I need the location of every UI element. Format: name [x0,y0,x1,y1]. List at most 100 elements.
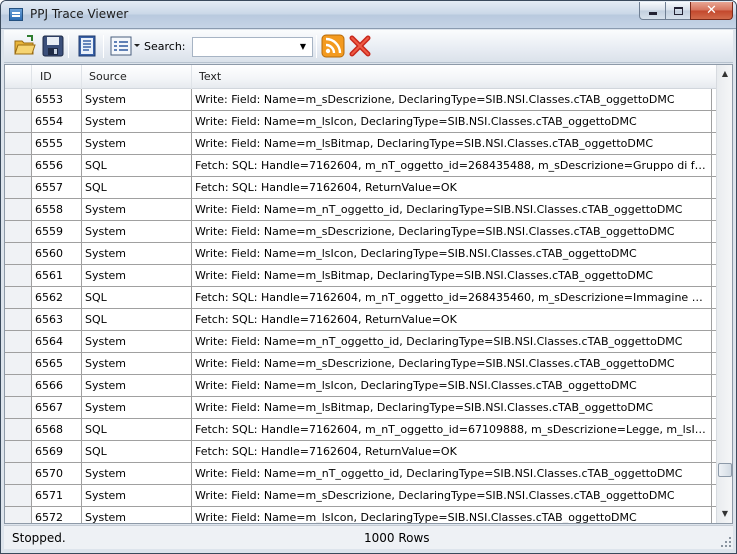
row-header[interactable] [5,155,32,176]
cell-text[interactable]: Write: Field: Name=m_lsIcon, DeclaringTy… [192,243,712,264]
table-row[interactable]: 6571 System Write: Field: Name=m_sDescrizi… [5,485,716,507]
table-row[interactable]: 6562 SQL Fetch: SQL: Handle=7162604, m_nT_… [5,287,716,309]
cell-source[interactable]: System [82,89,192,110]
cell-source[interactable]: System [82,221,192,242]
cell-id[interactable]: 6560 [32,243,82,264]
cell-id[interactable]: 6558 [32,199,82,220]
scroll-down-icon[interactable]: ▼ [717,506,732,522]
table-row[interactable]: 6561 System Write: Field: Name=m_lsBitmap,… [5,265,716,287]
row-header[interactable] [5,89,32,110]
row-header[interactable] [5,375,32,396]
cell-source[interactable]: System [82,507,192,523]
save-button[interactable] [41,34,65,58]
cell-text[interactable]: Fetch: SQL: Handle=7162604, ReturnValue=… [192,177,712,198]
table-row[interactable]: 6572 System Write: Field: Name=m_lsIcon, D… [5,507,716,523]
cell-text[interactable]: Fetch: SQL: Handle=7162604, m_nT_oggetto… [192,155,712,176]
cell-id[interactable]: 6557 [32,177,82,198]
cell-id[interactable]: 6555 [32,133,82,154]
minimize-button[interactable] [639,2,666,20]
cell-text[interactable]: Write: Field: Name=m_sDescrizione, Decla… [192,221,712,242]
row-header[interactable] [5,265,32,286]
table-row[interactable]: 6564 System Write: Field: Name=m_nT_oggett… [5,331,716,353]
table-row[interactable]: 6557 SQL Fetch: SQL: Handle=7162604, Retur… [5,177,716,199]
column-header-source[interactable]: Source [82,65,192,89]
cell-source[interactable]: SQL [82,419,192,440]
cell-id[interactable]: 6562 [32,287,82,308]
vertical-scrollbar[interactable]: ▲ ▼ [716,65,732,523]
cell-id[interactable]: 6565 [32,353,82,374]
cell-source[interactable]: System [82,353,192,374]
column-header-text[interactable]: Text [192,65,716,89]
cell-source[interactable]: SQL [82,177,192,198]
row-header[interactable] [5,331,32,352]
cell-text[interactable]: Write: Field: Name=m_lsBitmap, Declaring… [192,397,712,418]
row-header[interactable] [5,199,32,220]
table-row[interactable]: 6569 SQL Fetch: SQL: Handle=7162604, Retur… [5,441,716,463]
row-header[interactable] [5,353,32,374]
cell-text[interactable]: Write: Field: Name=m_nT_oggetto_id, Decl… [192,463,712,484]
cell-text[interactable]: Write: Field: Name=m_sDescrizione, Decla… [192,353,712,374]
row-header[interactable] [5,397,32,418]
table-row[interactable]: 6560 System Write: Field: Name=m_lsIcon, D… [5,243,716,265]
trace-grid[interactable]: ID Source Text 6553 System Write: Field: N… [4,64,733,524]
cell-text[interactable]: Fetch: SQL: Handle=7162604, ReturnValue=… [192,309,712,330]
cell-id[interactable]: 6572 [32,507,82,523]
cell-source[interactable]: System [82,199,192,220]
view-button[interactable] [75,34,99,58]
cell-source[interactable]: SQL [82,441,192,462]
cell-text[interactable]: Write: Field: Name=m_sDescrizione, Decla… [192,485,712,506]
table-row[interactable]: 6553 System Write: Field: Name=m_sDescrizi… [5,89,716,111]
cell-source[interactable]: SQL [82,309,192,330]
cell-source[interactable]: SQL [82,287,192,308]
row-header[interactable] [5,419,32,440]
scroll-thumb[interactable] [718,463,732,478]
cell-text[interactable]: Write: Field: Name=m_lsIcon, DeclaringTy… [192,111,712,132]
row-header[interactable] [5,133,32,154]
maximize-button[interactable] [665,2,691,20]
cell-source[interactable]: System [82,463,192,484]
table-row[interactable]: 6565 System Write: Field: Name=m_sDescrizi… [5,353,716,375]
table-row[interactable]: 6566 System Write: Field: Name=m_lsIcon, D… [5,375,716,397]
cell-id[interactable]: 6556 [32,155,82,176]
search-input[interactable] [193,38,293,56]
cell-source[interactable]: System [82,265,192,286]
cell-source[interactable]: System [82,133,192,154]
cell-id[interactable]: 6571 [32,485,82,506]
table-row[interactable]: 6559 System Write: Field: Name=m_sDescrizi… [5,221,716,243]
row-header[interactable] [5,507,32,523]
table-row[interactable]: 6556 SQL Fetch: SQL: Handle=7162604, m_nT_… [5,155,716,177]
cell-id[interactable]: 6554 [32,111,82,132]
cell-text[interactable]: Write: Field: Name=m_lsBitmap, Declaring… [192,265,712,286]
cell-source[interactable]: System [82,331,192,352]
table-row[interactable]: 6554 System Write: Field: Name=m_lsIcon, D… [5,111,716,133]
cell-text[interactable]: Write: Field: Name=m_sDescrizione, Decla… [192,89,712,110]
cell-source[interactable]: System [82,111,192,132]
cell-source[interactable]: System [82,485,192,506]
table-row[interactable]: 6555 System Write: Field: Name=m_lsBitmap,… [5,133,716,155]
column-header-id[interactable]: ID [32,65,82,89]
cell-source[interactable]: System [82,397,192,418]
cell-id[interactable]: 6568 [32,419,82,440]
cell-id[interactable]: 6563 [32,309,82,330]
cell-text[interactable]: Write: Field: Name=m_nT_oggetto_id, Decl… [192,199,712,220]
cell-source[interactable]: System [82,243,192,264]
cell-id[interactable]: 6564 [32,331,82,352]
filter-dropdown-button[interactable] [109,34,143,58]
cell-id[interactable]: 6570 [32,463,82,484]
table-row[interactable]: 6570 System Write: Field: Name=m_nT_oggett… [5,463,716,485]
row-header[interactable] [5,243,32,264]
row-header[interactable] [5,309,32,330]
row-header[interactable] [5,221,32,242]
rss-button[interactable] [321,34,345,58]
cell-id[interactable]: 6559 [32,221,82,242]
chevron-down-icon[interactable]: ▼ [296,40,310,54]
row-header[interactable] [5,111,32,132]
row-header[interactable] [5,441,32,462]
table-row[interactable]: 6558 System Write: Field: Name=m_nT_oggett… [5,199,716,221]
cell-text[interactable]: Write: Field: Name=m_nT_oggetto_id, Decl… [192,331,712,352]
row-header[interactable] [5,287,32,308]
cell-text[interactable]: Write: Field: Name=m_lsIcon, DeclaringTy… [192,507,712,523]
cell-text[interactable]: Write: Field: Name=m_lsBitmap, Declaring… [192,133,712,154]
cell-id[interactable]: 6561 [32,265,82,286]
row-header[interactable] [5,177,32,198]
